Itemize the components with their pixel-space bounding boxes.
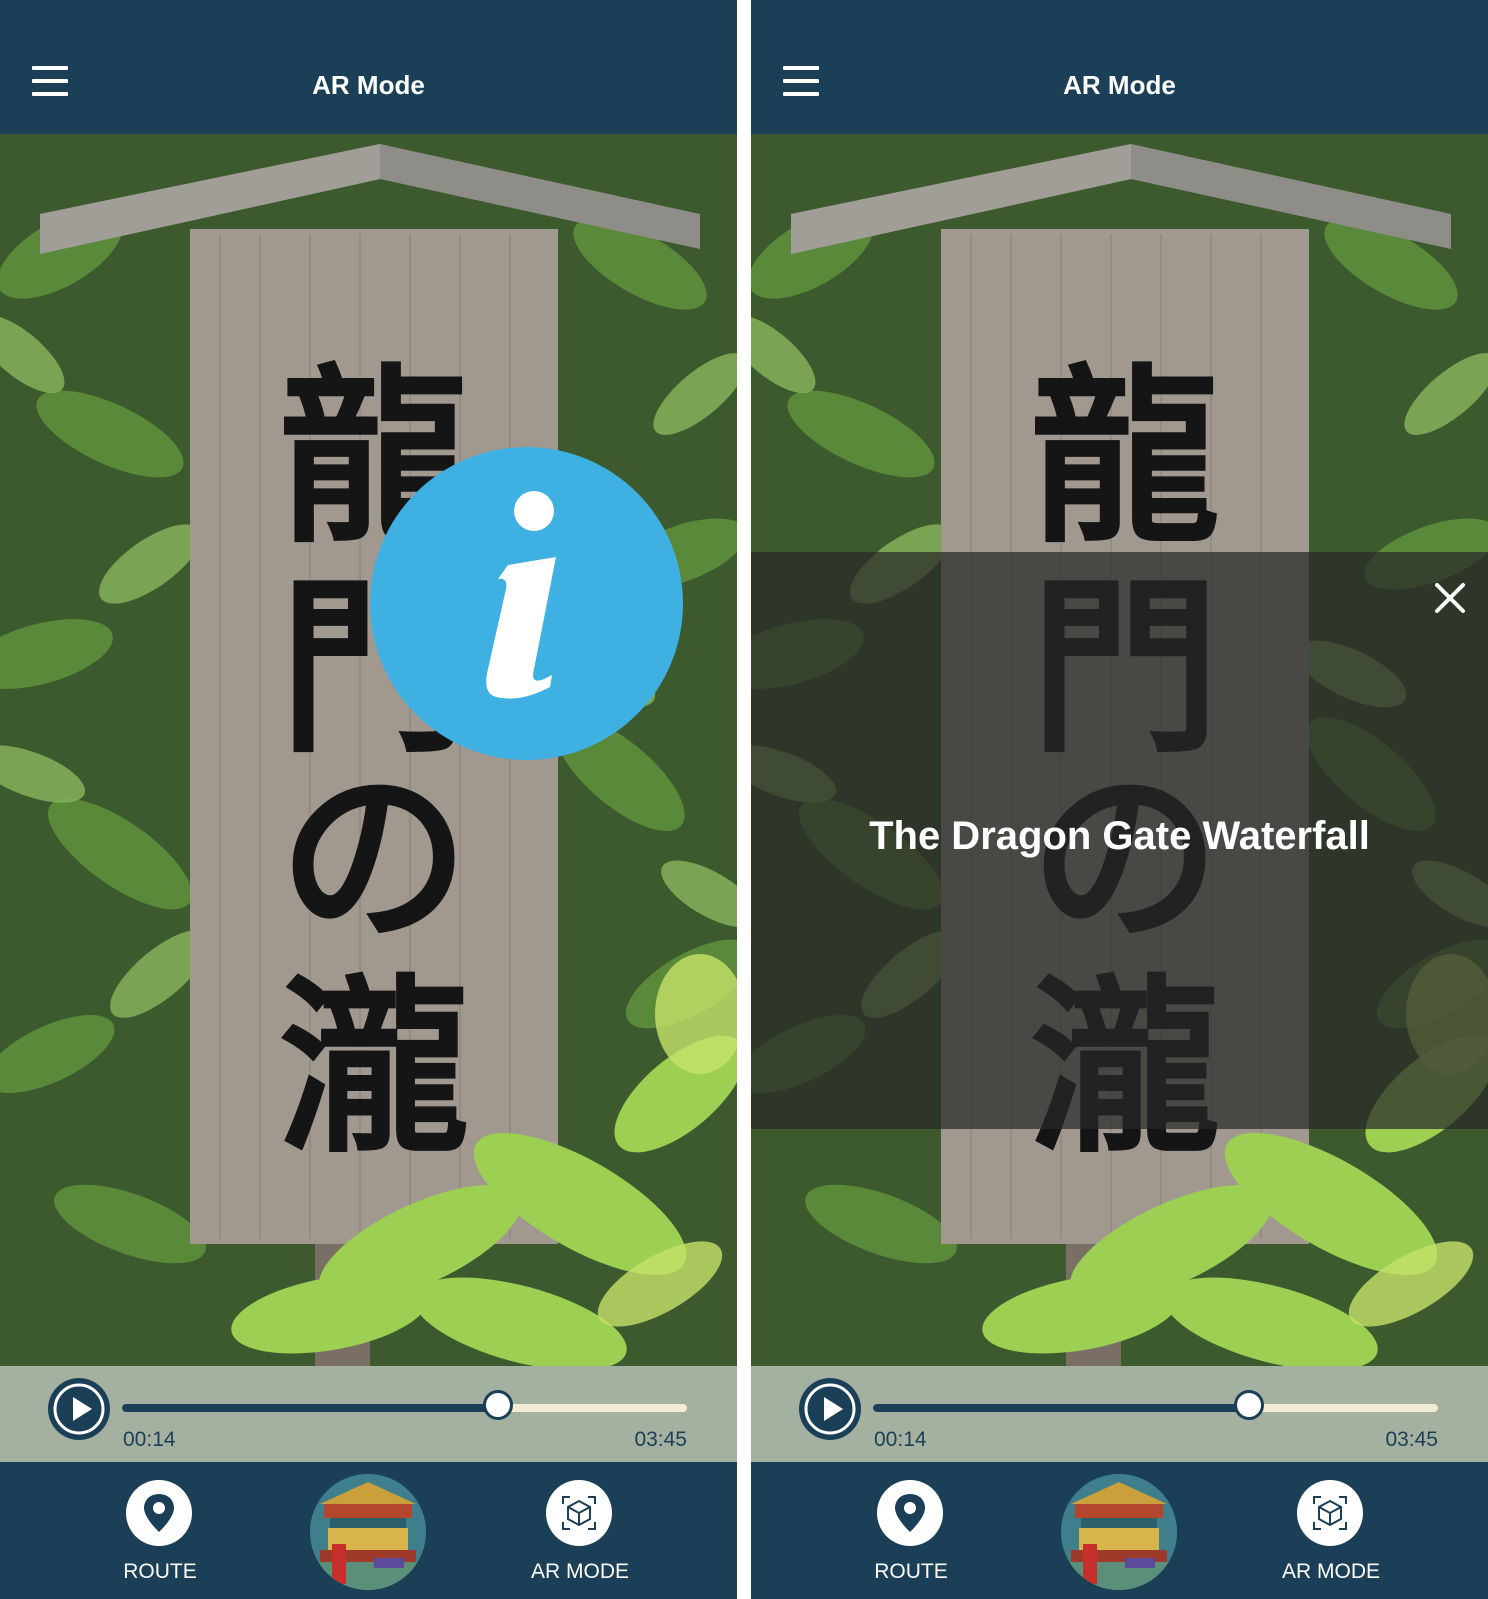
page-title: AR Mode [1063, 70, 1176, 100]
audio-progress-thumb[interactable] [1233, 1390, 1264, 1420]
tour-thumbnail-button[interactable] [1061, 1474, 1177, 1590]
svg-text:瀧: 瀧 [279, 958, 469, 1179]
play-button[interactable] [799, 1378, 861, 1440]
svg-text:の: の [279, 748, 469, 969]
camera-view: 龍 門 の 瀧 The Dragon Gate Waterfal [751, 134, 1488, 1366]
tour-thumbnail-image [310, 1474, 426, 1590]
tour-thumbnail-image [1061, 1474, 1177, 1590]
audio-progress-slider[interactable] [122, 1390, 687, 1420]
location-pin-icon [144, 1494, 174, 1532]
play-icon [804, 1383, 856, 1435]
camera-view: 龍 門 の 瀧 [0, 134, 737, 1366]
nav-ar-mode-button[interactable]: AR MODE [1271, 1462, 1391, 1599]
app-header: AR Mode [0, 0, 737, 134]
info-marker-button[interactable] [370, 447, 683, 760]
total-time: 03:45 [1385, 1428, 1438, 1451]
play-button[interactable] [48, 1378, 110, 1440]
audio-progress-slider[interactable] [873, 1390, 1438, 1420]
svg-text:龍: 龍 [1030, 348, 1220, 569]
audio-player: 00:14 03:45 [0, 1366, 737, 1462]
play-icon [53, 1383, 105, 1435]
audio-progress-thumb[interactable] [482, 1390, 513, 1420]
tour-thumbnail-button[interactable] [310, 1474, 426, 1590]
page-title: AR Mode [312, 70, 425, 100]
ar-cube-icon [1313, 1496, 1347, 1530]
nav-ar-mode-button[interactable]: AR MODE [520, 1462, 640, 1599]
ar-cube-icon [562, 1496, 596, 1530]
close-icon[interactable] [1432, 580, 1468, 616]
bottom-nav: ROUTE AR MODE [0, 1462, 737, 1599]
current-time: 00:14 [874, 1428, 927, 1451]
location-pin-icon [895, 1494, 925, 1532]
info-icon [486, 491, 556, 699]
nav-route-button[interactable]: ROUTE [100, 1462, 220, 1599]
total-time: 03:45 [634, 1428, 687, 1451]
ar-screen-marker-view: AR Mode 龍 門 の 瀧 00:14 03:45 ROUTE AR MOD… [0, 0, 737, 1599]
current-time: 00:14 [123, 1428, 176, 1451]
app-header: AR Mode [751, 0, 1488, 134]
ar-icon-circle [546, 1480, 612, 1546]
route-icon-circle [877, 1480, 943, 1546]
ar-icon-circle [1297, 1480, 1363, 1546]
nav-route-label: ROUTE [123, 1560, 197, 1583]
audio-progress-fill [873, 1404, 1249, 1412]
nav-route-button[interactable]: ROUTE [851, 1462, 971, 1599]
nav-ar-mode-label: AR MODE [1281, 1560, 1380, 1583]
nav-ar-mode-label: AR MODE [530, 1560, 629, 1583]
info-panel-title: The Dragon Gate Waterfall [869, 814, 1370, 858]
info-panel: The Dragon Gate Waterfall [751, 552, 1488, 1129]
nav-route-label: ROUTE [874, 1560, 948, 1583]
ar-screen-info-view: AR Mode 龍 The Dragon Gate Waterfall 00:1… [751, 0, 1488, 1599]
bottom-nav: ROUTE AR MODE [751, 1462, 1488, 1599]
audio-progress-fill [122, 1404, 498, 1412]
route-icon-circle [126, 1480, 192, 1546]
audio-player: 00:14 03:45 [751, 1366, 1488, 1462]
